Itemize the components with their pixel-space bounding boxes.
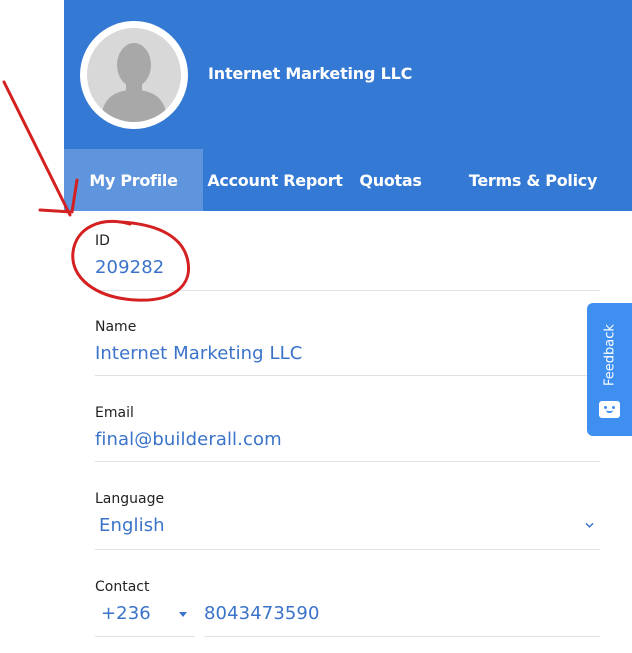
avatar[interactable] <box>80 21 188 129</box>
email-label: Email <box>95 405 134 421</box>
language-label: Language <box>95 491 165 507</box>
language-select[interactable]: English <box>95 515 600 536</box>
name-field[interactable]: Name Internet Marketing LLC <box>95 319 600 376</box>
email-field[interactable]: Email final@builderall.com <box>95 405 600 462</box>
contact-row: +236 8043473590 <box>95 603 600 637</box>
id-field: ID 209282 <box>95 233 600 291</box>
language-field[interactable]: Language English <box>95 491 600 550</box>
tab-terms-policy[interactable]: Terms & Policy <box>434 149 632 211</box>
feedback-button[interactable]: Feedback <box>587 303 632 436</box>
caret-down-icon <box>179 612 187 617</box>
tab-account-report[interactable]: Account Report <box>203 149 347 211</box>
smiley-chat-icon <box>599 401 620 418</box>
user-silhouette-icon <box>87 28 181 122</box>
contact-label: Contact <box>95 579 150 595</box>
id-value: 209282 <box>95 257 165 278</box>
country-code-select[interactable]: +236 <box>95 603 195 637</box>
chevron-down-icon <box>585 522 594 528</box>
id-label: ID <box>95 233 110 249</box>
tab-my-profile[interactable]: My Profile <box>64 149 203 211</box>
email-input[interactable]: final@builderall.com <box>95 429 600 450</box>
company-name: Internet Marketing LLC <box>208 64 413 83</box>
phone-input[interactable]: 8043473590 <box>204 603 600 637</box>
name-input[interactable]: Internet Marketing LLC <box>95 343 600 364</box>
name-label: Name <box>95 319 137 335</box>
tab-quotas[interactable]: Quotas <box>347 149 434 211</box>
feedback-label: Feedback <box>602 324 617 386</box>
contact-field: Contact +236 8043473590 <box>95 579 600 637</box>
phone-value: 8043473590 <box>204 603 320 624</box>
profile-tabs: My Profile Account Report Quotas Terms &… <box>64 149 632 211</box>
annotation-arrow <box>2 80 72 217</box>
country-code-value: +236 <box>101 603 151 624</box>
language-value: English <box>99 515 165 536</box>
profile-page: Internet Marketing LLC My Profile Accoun… <box>0 0 632 653</box>
profile-header: Internet Marketing LLC My Profile Accoun… <box>64 0 632 211</box>
